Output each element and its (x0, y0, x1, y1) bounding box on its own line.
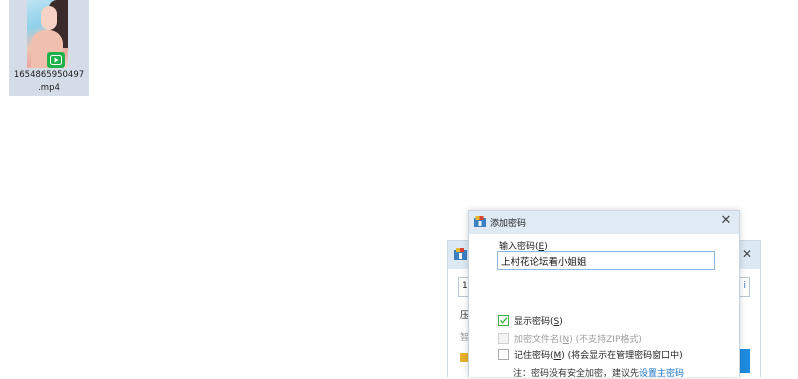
set-master-password-link[interactable]: 设置主密码 (639, 369, 684, 379)
archive-icon (454, 248, 467, 264)
password-input[interactable] (497, 251, 715, 270)
close-icon[interactable]: ✕ (719, 214, 733, 228)
remember-password-hint: (将会显示在管理密码窗口中) (564, 351, 683, 361)
lock-icon (460, 353, 468, 362)
show-password-end: ) (559, 317, 563, 327)
show-password-text: 显示密码( (514, 317, 554, 327)
file-name-line2: .mp4 (38, 83, 60, 93)
desktop-file-item[interactable]: 1654865950497 .mp4 (9, 0, 89, 96)
remember-password-checkbox[interactable] (498, 349, 509, 360)
remember-password-text: 记住密码( (514, 351, 554, 361)
security-note: 注：密码没有安全加密，建议先设置主密码 (513, 366, 684, 379)
encrypt-filename-hint: (不支持ZIP格式) (572, 335, 642, 345)
remember-password-option[interactable]: 记住密码(M) (将会显示在管理密码窗口中) (498, 348, 683, 361)
background-close-icon[interactable]: ✕ (742, 247, 752, 261)
thumbnail-face-shape (41, 6, 57, 30)
show-password-checkbox[interactable] (498, 315, 509, 326)
background-path-text: 1 (462, 281, 468, 291)
background-browse-button[interactable]: i (743, 281, 746, 291)
video-app-icon (47, 52, 65, 68)
file-name-line1: 1654865950497 (13, 70, 85, 80)
add-password-dialog: 添加密码 ✕ 输入密码(E) 显示密码(S) 加密文件名(N) (不支持ZIP格… (468, 210, 740, 379)
checkmark-icon (500, 317, 508, 324)
archive-icon (474, 216, 486, 231)
file-name: 1654865950497 .mp4 (9, 69, 89, 95)
encrypt-filename-label: 加密文件名(N) (不支持ZIP格式) (514, 332, 642, 345)
show-password-option[interactable]: 显示密码(S) (498, 314, 563, 327)
dialog-titlebar: 添加密码 ✕ (469, 211, 739, 234)
encrypt-filename-checkbox (498, 333, 509, 344)
remember-password-label: 记住密码(M) (将会显示在管理密码窗口中) (514, 348, 683, 361)
security-note-text: 注：密码没有安全加密，建议先 (513, 369, 640, 379)
encrypt-filename-option: 加密文件名(N) (不支持ZIP格式) (498, 332, 642, 345)
show-password-label: 显示密码(S) (514, 314, 563, 327)
encrypt-filename-text: 加密文件名( (514, 335, 563, 345)
dialog-title: 添加密码 (490, 219, 527, 229)
